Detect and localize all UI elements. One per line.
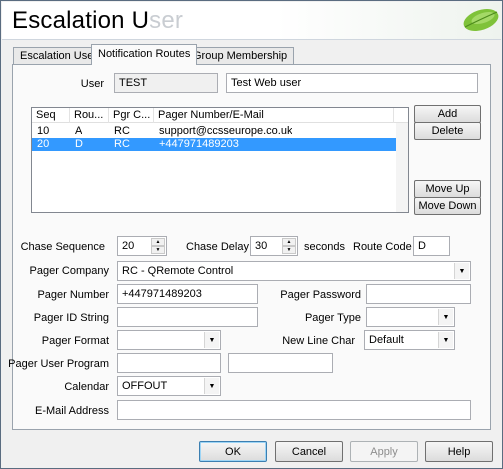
column-route[interactable]: Rou... (70, 108, 109, 123)
cell-route: A (75, 125, 83, 137)
cell-seq: 10 (37, 125, 50, 137)
cell-pager-company: RC (114, 125, 130, 137)
cancel-button[interactable]: Cancel (275, 441, 343, 462)
cell-contact: +447971489203 (159, 138, 239, 150)
cell-seq: 20 (37, 138, 50, 150)
pager-user-program-args-field[interactable] (228, 353, 333, 373)
chevron-down-icon[interactable]: ▼ (438, 332, 453, 348)
pager-id-label: Pager ID String (33, 312, 109, 324)
email-field[interactable] (117, 400, 471, 420)
calendar-value: OFFOUT (122, 380, 168, 392)
chase-sequence-label: Chase Sequence (20, 241, 105, 253)
user-id-field: TEST (114, 73, 218, 93)
pager-id-field[interactable] (117, 307, 258, 327)
table-row[interactable]: 20 D RC +447971489203 (32, 138, 396, 151)
pager-format-select[interactable]: ▼ (117, 330, 221, 350)
chevron-down-icon[interactable]: ▼ (454, 263, 469, 279)
pager-number-label: Pager Number (37, 289, 109, 301)
pager-format-label: Pager Format (41, 335, 109, 347)
spin-up-icon[interactable]: ▲ (282, 238, 296, 246)
add-button[interactable]: Add (414, 105, 481, 123)
leaf-logo-icon (463, 8, 499, 32)
route-code-field[interactable]: D (413, 236, 450, 256)
pager-type-label: Pager Type (304, 312, 361, 324)
spin-down-icon[interactable]: ▼ (282, 246, 296, 254)
routes-list[interactable]: Seq Rou... Pgr C... Pager Number/E-Mail … (31, 107, 409, 213)
pager-company-value: RC - QRemote Control (122, 265, 234, 277)
escalation-user-window: Escalation User Escalation User Notifica… (0, 0, 503, 469)
cell-pager-company: RC (114, 138, 130, 150)
chevron-down-icon[interactable]: ▼ (204, 332, 219, 348)
pager-password-label: Pager Password (280, 289, 361, 301)
window-title: Escalation User (12, 7, 184, 34)
list-scrollbar[interactable] (396, 123, 408, 212)
seconds-label: seconds (304, 241, 345, 253)
pager-type-select[interactable]: ▼ (366, 307, 455, 327)
new-line-char-select[interactable]: Default ▼ (364, 330, 455, 350)
apply-button[interactable]: Apply (350, 441, 418, 462)
chase-delay-label: Chase Delay (186, 241, 249, 253)
column-seq[interactable]: Seq (32, 108, 70, 123)
user-label: User (80, 78, 104, 90)
pager-password-field[interactable] (366, 284, 471, 304)
calendar-select[interactable]: OFFOUT ▼ (117, 376, 221, 396)
new-line-char-value: Default (369, 334, 404, 346)
spin-up-icon[interactable]: ▲ (151, 238, 165, 246)
chase-sequence-stepper[interactable]: 20 ▲ ▼ (117, 236, 167, 256)
help-button[interactable]: Help (425, 441, 493, 462)
delete-button[interactable]: Delete (414, 122, 481, 140)
pager-user-program-label: Pager User Program (8, 358, 109, 370)
table-row[interactable]: 10 A RC support@ccsseurope.co.uk (32, 125, 396, 138)
routes-list-header: Seq Rou... Pgr C... Pager Number/E-Mail (32, 108, 408, 123)
move-down-button[interactable]: Move Down (414, 197, 481, 215)
spin-down-icon[interactable]: ▼ (151, 246, 165, 254)
cell-contact: support@ccsseurope.co.uk (159, 125, 293, 137)
tab-notification-routes[interactable]: Notification Routes (91, 44, 198, 65)
cell-route: D (75, 138, 83, 150)
user-name-field[interactable]: Test Web user (226, 73, 478, 93)
chase-delay-value: 30 (255, 240, 268, 252)
chevron-down-icon[interactable]: ▼ (438, 309, 453, 325)
calendar-label: Calendar (64, 381, 109, 393)
route-code-label: Route Code (353, 241, 412, 253)
pager-number-field[interactable]: +447971489203 (117, 284, 258, 304)
pager-company-select[interactable]: RC - QRemote Control ▼ (117, 261, 471, 281)
pager-company-label: Pager Company (29, 265, 110, 277)
column-pager-company[interactable]: Pgr C... (109, 108, 154, 123)
header-banner: Escalation User (2, 2, 501, 40)
move-up-button[interactable]: Move Up (414, 180, 481, 198)
ok-button[interactable]: OK (199, 441, 267, 462)
column-pager-number-email[interactable]: Pager Number/E-Mail (154, 108, 394, 123)
chevron-down-icon[interactable]: ▼ (204, 378, 219, 394)
pager-user-program-field[interactable] (117, 353, 221, 373)
new-line-char-label: New Line Char (282, 335, 355, 347)
email-label: E-Mail Address (35, 405, 109, 417)
chase-delay-stepper[interactable]: 30 ▲ ▼ (250, 236, 298, 256)
chase-sequence-value: 20 (122, 240, 135, 252)
tab-group-membership[interactable]: Group Membership (186, 47, 295, 65)
